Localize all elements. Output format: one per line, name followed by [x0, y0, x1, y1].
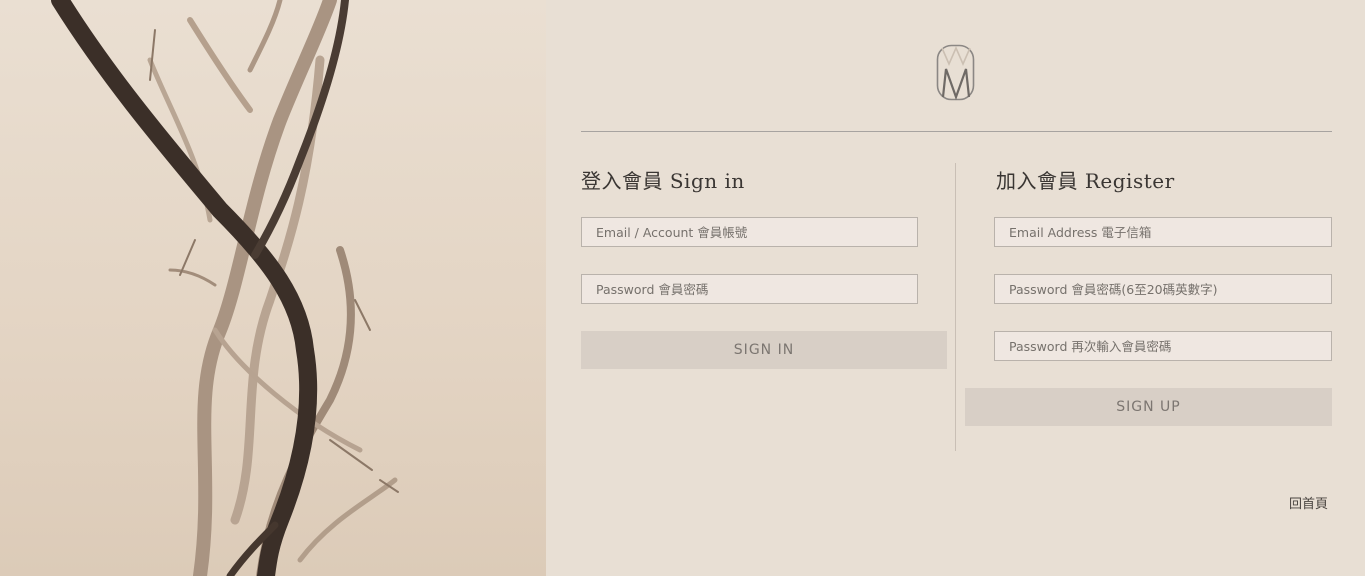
signin-account-input[interactable]: [581, 217, 918, 247]
hero-image: [0, 0, 546, 576]
dry-branch-photo: [51, 0, 399, 576]
signin-title: 登入會員 Sign in: [581, 169, 745, 193]
sign-up-button[interactable]: SIGN UP: [965, 388, 1332, 426]
register-confirm-password-input[interactable]: [994, 331, 1332, 361]
signin-password-input[interactable]: [581, 274, 918, 304]
header-divider: [581, 131, 1332, 132]
register-title: 加入會員 Register: [996, 169, 1175, 193]
register-password-input[interactable]: [994, 274, 1332, 304]
monogram-m-logo: [936, 44, 975, 101]
brand-logo[interactable]: [936, 44, 976, 102]
back-home-link[interactable]: 回首頁: [1289, 493, 1328, 512]
register-email-input[interactable]: [994, 217, 1332, 247]
sign-in-button[interactable]: SIGN IN: [581, 331, 947, 369]
column-divider: [955, 163, 956, 451]
